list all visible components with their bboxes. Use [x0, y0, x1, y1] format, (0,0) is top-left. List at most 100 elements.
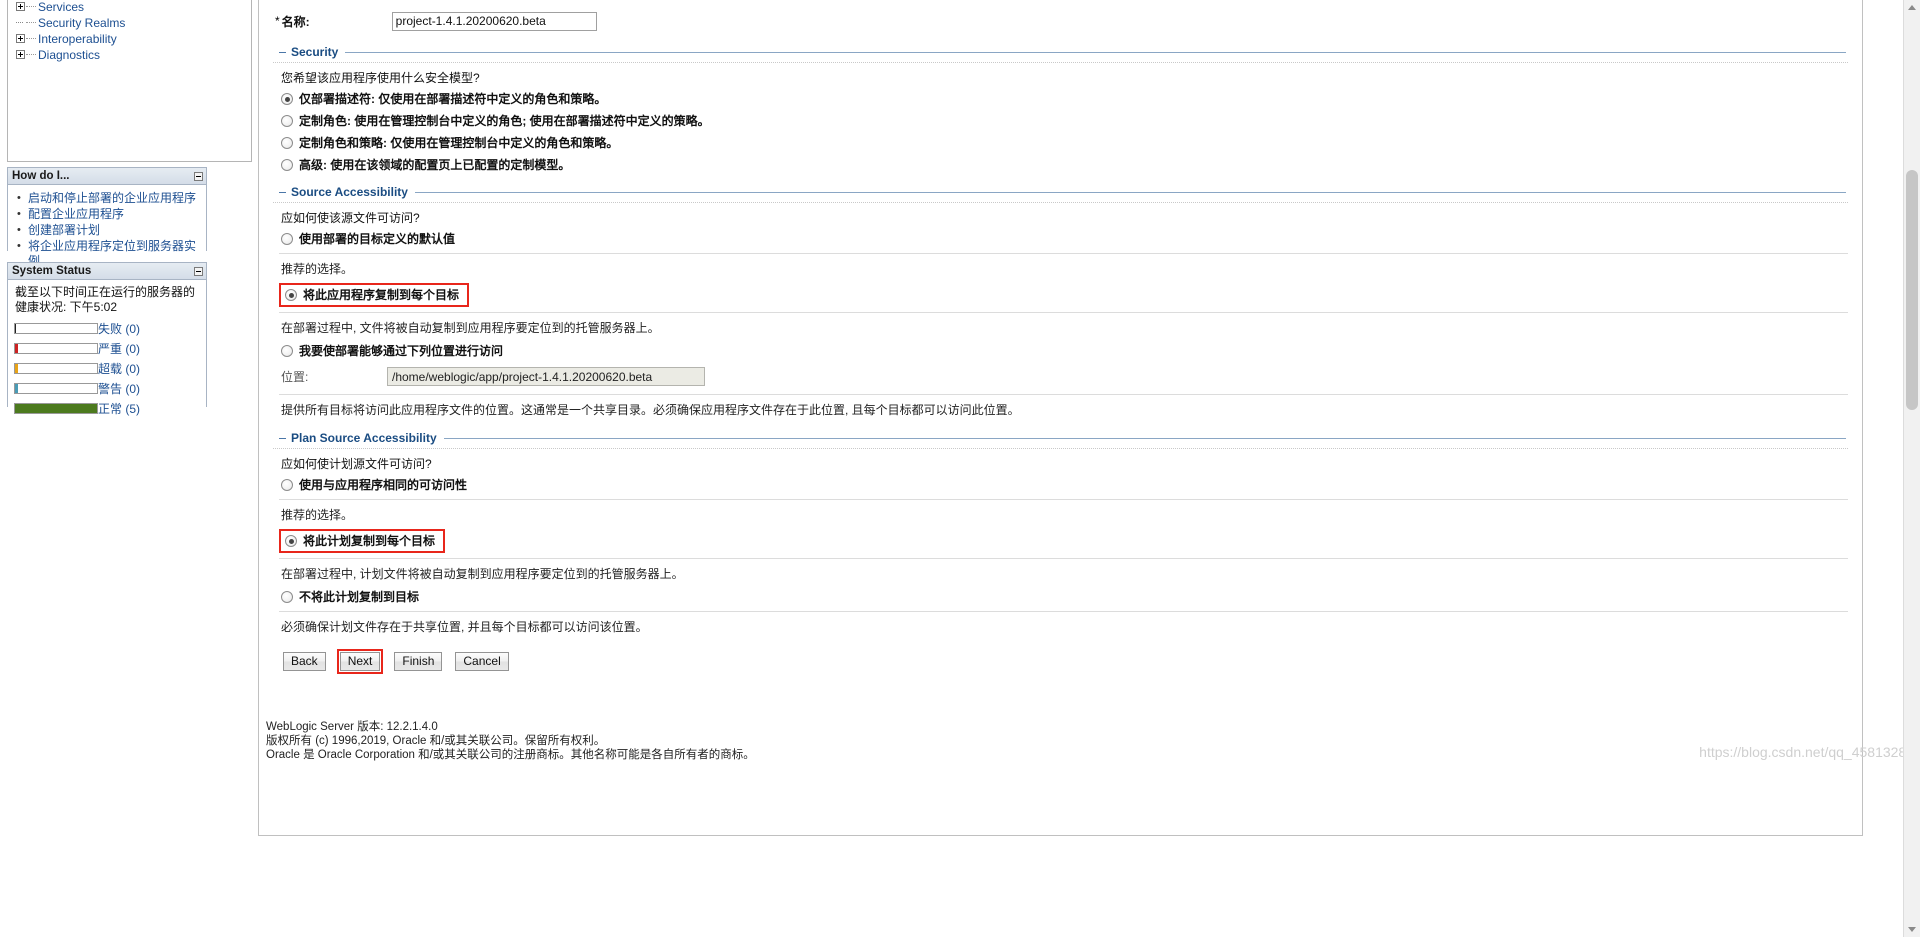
radio-icon[interactable] — [281, 159, 293, 171]
page-scrollbar[interactable] — [1903, 0, 1920, 937]
radio-label[interactable]: 高级: 使用在该领域的配置页上已配置的定制模型。 — [299, 157, 570, 173]
collapse-dash-icon[interactable] — [279, 437, 286, 439]
tree-item-label[interactable]: Security Realms — [38, 16, 125, 30]
name-field-label: 名称: — [281, 14, 310, 29]
source-legend-text: Source Accessibility — [291, 185, 408, 199]
radio-label[interactable]: 仅部署描述符: 仅使用在部署描述符中定义的角色和策略。 — [299, 91, 606, 107]
legend-rule — [345, 51, 1846, 53]
health-bar-overloaded — [14, 363, 98, 374]
expand-plus-icon[interactable] — [16, 2, 25, 12]
radio-icon[interactable] — [281, 137, 293, 149]
tree-item-interoperability[interactable]: Interoperability — [8, 30, 251, 46]
health-bar-warning — [14, 383, 98, 394]
source-option-use-defaults[interactable]: 使用部署的目标定义的默认值 — [273, 228, 1848, 250]
health-bar-row: 失败 (0) — [14, 320, 140, 340]
radio-label[interactable]: 定制角色: 使用在管理控制台中定义的角色; 使用在部署描述符中定义的策略。 — [299, 113, 710, 129]
plan-option-no-copy[interactable]: 不将此计划复制到目标 — [273, 586, 1848, 608]
radio-icon[interactable] — [285, 289, 297, 301]
triangle-up-icon — [1908, 5, 1916, 10]
health-bar-label[interactable]: 失败 — [98, 322, 122, 336]
radio-icon[interactable] — [281, 591, 293, 603]
footer-version: WebLogic Server 版本: 12.2.1.4.0 — [266, 721, 438, 733]
expand-plus-icon[interactable] — [16, 50, 25, 60]
tree-item-label[interactable]: Diagnostics — [38, 48, 100, 62]
health-bar-label-cell: 超载 (0) — [98, 360, 140, 380]
health-bar-failed — [14, 323, 98, 334]
radio-icon[interactable] — [285, 535, 297, 547]
how-do-i-header: How do I... — [8, 168, 206, 185]
source-section-legend: Source Accessibility — [273, 184, 1848, 200]
radio-icon[interactable] — [281, 479, 293, 491]
plan-final-note: 必须确保计划文件存在于共享位置, 并且每个目标都可以访问该位置。 — [281, 620, 648, 634]
divider — [279, 312, 1848, 313]
health-bar-fill — [15, 404, 97, 413]
security-option-advanced[interactable]: 高级: 使用在该领域的配置页上已配置的定制模型。 — [273, 154, 1848, 176]
source-option-copy-to-targets[interactable]: 将此应用程序复制到每个目标 — [279, 283, 470, 307]
how-do-i-link[interactable]: 启动和停止部署的企业应用程序 — [28, 191, 196, 205]
back-button[interactable]: Back — [283, 652, 326, 671]
plan-option-same-as-app[interactable]: 使用与应用程序相同的可访问性 — [273, 474, 1848, 496]
health-bar-fill — [15, 364, 18, 373]
health-bar-label[interactable]: 正常 — [98, 402, 122, 416]
source-recommend-note: 推荐的选择。 — [281, 262, 354, 276]
cancel-button[interactable]: Cancel — [455, 652, 509, 671]
security-section-legend: Security — [273, 44, 1848, 60]
security-option-custom-roles-policies[interactable]: 定制角色和策略: 仅使用在管理控制台中定义的角色和策略。 — [273, 132, 1848, 154]
system-status-description: 截至以下时间正在运行的服务器的健康状况: 下午5:02 — [15, 285, 196, 314]
radio-label[interactable]: 将此应用程序复制到每个目标 — [303, 287, 459, 303]
plan-copy-note: 在部署过程中, 计划文件将被自动复制到应用程序要定位到的托管服务器上。 — [281, 567, 684, 581]
radio-icon[interactable] — [281, 115, 293, 127]
radio-label[interactable]: 定制角色和策略: 仅使用在管理控制台中定义的角色和策略。 — [299, 135, 618, 151]
radio-label[interactable]: 不将此计划复制到目标 — [299, 589, 419, 605]
collapse-dash-icon[interactable] — [279, 51, 286, 53]
tree-item-label[interactable]: Interoperability — [38, 32, 117, 46]
health-bar-label-cell: 警告 (0) — [98, 380, 140, 400]
health-bar-count: (5) — [125, 402, 141, 416]
security-option-descriptor-only[interactable]: 仅部署描述符: 仅使用在部署描述符中定义的角色和策略。 — [273, 88, 1848, 110]
main-content: * 名称: Security 您希望该应用程序使用什么安全模型? — [258, 0, 1920, 937]
tree-item-label[interactable]: Services — [38, 0, 84, 14]
scroll-up-icon[interactable] — [1904, 0, 1920, 16]
scrollbar-thumb[interactable] — [1906, 170, 1918, 410]
collapse-icon[interactable] — [194, 267, 203, 276]
source-question: 应如何使该源文件可访问? — [281, 211, 420, 225]
how-do-i-link[interactable]: 创建部署计划 — [28, 223, 100, 237]
source-section-body: 应如何使该源文件可访问? 使用部署的目标定义的默认值 推荐的选择。 将此应用程序… — [273, 202, 1848, 422]
radio-label[interactable]: 我要使部署能够通过下列位置进行访问 — [299, 343, 503, 359]
expand-plus-icon[interactable] — [16, 34, 25, 44]
health-bar-count: (0) — [125, 362, 141, 376]
tree-item-security-realms[interactable]: Security Realms — [8, 14, 251, 30]
source-location-input[interactable] — [387, 367, 705, 386]
cancel-button-wrap: Cancel — [453, 650, 510, 673]
radio-label[interactable]: 使用与应用程序相同的可访问性 — [299, 477, 467, 493]
collapse-icon[interactable] — [194, 172, 203, 181]
source-location-label: 位置: — [281, 370, 309, 384]
plan-option-copy-to-targets[interactable]: 将此计划复制到每个目标 — [279, 529, 446, 553]
tree-connector — [26, 54, 36, 56]
tree-item-services[interactable]: Services — [8, 0, 251, 14]
health-bar-cell — [14, 400, 98, 420]
radio-label[interactable]: 使用部署的目标定义的默认值 — [299, 231, 455, 247]
divider — [279, 611, 1848, 612]
tree-item-diagnostics[interactable]: Diagnostics — [8, 46, 251, 62]
collapse-dash-icon[interactable] — [279, 191, 286, 193]
health-bar-cell — [14, 340, 98, 360]
radio-icon[interactable] — [281, 93, 293, 105]
health-bar-label[interactable]: 严重 — [98, 342, 122, 356]
health-bar-row: 警告 (0) — [14, 380, 140, 400]
source-copy-note: 在部署过程中, 文件将被自动复制到应用程序要定位到的托管服务器上。 — [281, 321, 660, 335]
divider — [279, 253, 1848, 254]
name-input[interactable] — [391, 11, 597, 31]
how-do-i-link[interactable]: 配置企业应用程序 — [28, 207, 124, 221]
security-section: Security 您希望该应用程序使用什么安全模型? 仅部署描述符: 仅使用在部… — [273, 44, 1848, 176]
finish-button[interactable]: Finish — [394, 652, 443, 671]
radio-label[interactable]: 将此计划复制到每个目标 — [303, 533, 435, 549]
security-option-custom-roles[interactable]: 定制角色: 使用在管理控制台中定义的角色; 使用在部署描述符中定义的策略。 — [273, 110, 1848, 132]
radio-icon[interactable] — [281, 345, 293, 357]
health-bar-label[interactable]: 超载 — [98, 362, 122, 376]
radio-icon[interactable] — [281, 233, 293, 245]
source-option-accessible-location[interactable]: 我要使部署能够通过下列位置进行访问 — [273, 340, 1848, 362]
health-bar-label[interactable]: 警告 — [98, 382, 122, 396]
scroll-down-icon[interactable] — [1904, 921, 1920, 937]
next-button[interactable]: Next — [339, 652, 381, 671]
